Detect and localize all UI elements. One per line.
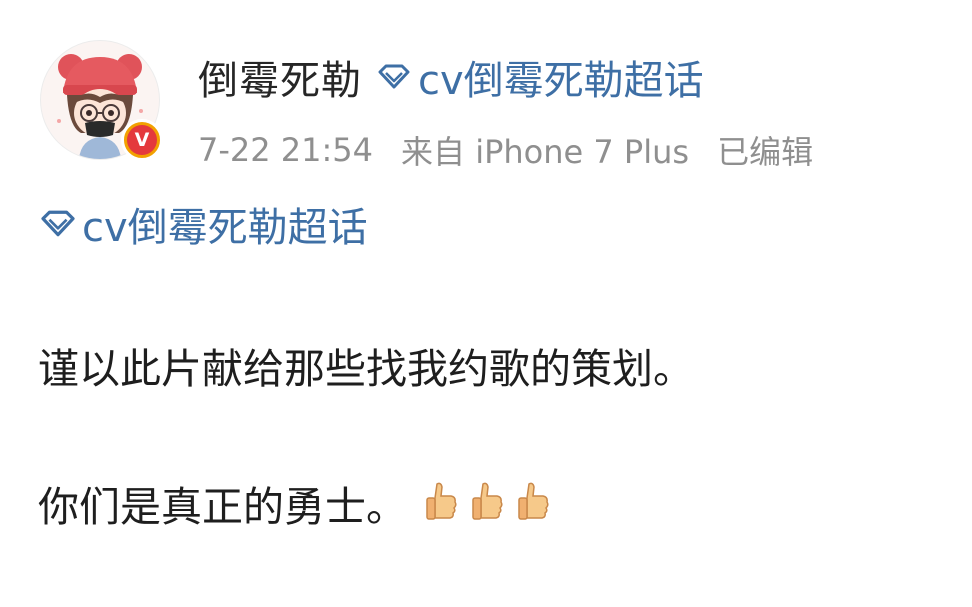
post-time: 7-22 21:54 [198, 131, 374, 169]
body-topic-label: cv倒霉死勒超话 [82, 205, 368, 251]
post-meta: 7-22 21:54 来自 iPhone 7 Plus 已编辑 [198, 128, 813, 172]
post-paragraph: 谨以此片献给那些找我约歌的策划。 [38, 336, 694, 394]
verified-badge-letter: V [127, 125, 157, 155]
thumbs-up-icon [426, 482, 457, 520]
post-paragraph-text: 你们是真正的勇士。 [38, 483, 407, 531]
thumbs-up-icon [472, 482, 503, 520]
post-source: 来自 iPhone 7 Plus [401, 133, 690, 171]
body-topic-link[interactable]: cv倒霉死勒超话 [38, 196, 368, 252]
edited-label[interactable]: 已编辑 [717, 127, 813, 173]
topic-link[interactable]: cv倒霉死勒超话 [376, 48, 704, 106]
author-name[interactable]: 倒霉死勒 [198, 48, 362, 106]
weibo-post: V 倒霉死勒 cv倒霉死勒超话 7-22 21:54 来自 iPhone 7 P… [0, 0, 972, 607]
diamond-icon [378, 64, 410, 89]
verified-badge: V [121, 119, 163, 161]
topic-link-label: cv倒霉死勒超话 [418, 58, 704, 104]
post-paragraph-text: 谨以此片献给那些找我约歌的策划。 [38, 345, 694, 393]
emoji-group [419, 480, 553, 526]
diamond-icon [41, 210, 75, 237]
post-paragraph: 你们是真正的勇士。 [38, 474, 553, 532]
thumbs-up-icon [518, 482, 549, 520]
post-header: 倒霉死勒 cv倒霉死勒超话 [198, 50, 704, 104]
